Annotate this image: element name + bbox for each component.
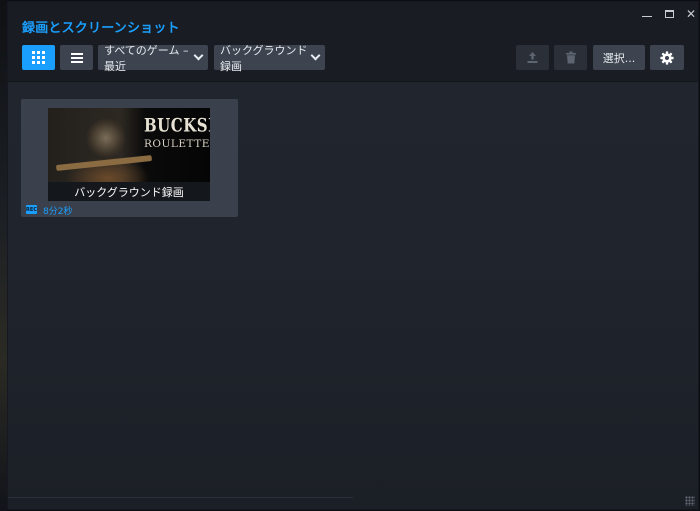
- delete-button[interactable]: [554, 45, 587, 70]
- recordings-window: 録画とスクリーンショット ✕ すべてのゲーム – 最近 バックグラウンド録画 選…: [7, 1, 699, 510]
- recording-type-label: バックグラウンド録画: [220, 43, 308, 73]
- game-filter-label: すべてのゲーム – 最近: [104, 43, 189, 73]
- recording-card[interactable]: BUCKSHOT ROULETTE バックグラウンド録画 REC 8分2秒: [21, 99, 238, 217]
- game-logo-line1: BUCKSHOT: [144, 113, 210, 137]
- bottom-divider: [8, 497, 353, 498]
- upload-icon: [527, 52, 538, 63]
- minimize-icon: [642, 15, 652, 17]
- select-button[interactable]: 選択...: [593, 45, 645, 70]
- list-view-button[interactable]: [60, 45, 93, 70]
- desktop-background-edge: [0, 0, 7, 511]
- chevron-down-icon: [193, 50, 204, 61]
- game-filter-dropdown[interactable]: すべてのゲーム – 最近: [98, 44, 208, 73]
- close-button[interactable]: ✕: [680, 4, 698, 24]
- trash-icon: [565, 51, 576, 64]
- recording-type-dropdown[interactable]: バックグラウンド録画: [214, 44, 325, 73]
- game-logo-line2: ROULETTE: [144, 138, 210, 150]
- resize-grip-icon[interactable]: [685, 496, 695, 506]
- thumbnail-art: [55, 154, 153, 172]
- rec-badge-icon: REC: [26, 205, 37, 214]
- recording-duration: 8分2秒: [43, 207, 73, 217]
- select-label: 選択...: [602, 51, 636, 65]
- grid-view-button[interactable]: [22, 45, 55, 70]
- list-icon: [70, 52, 83, 63]
- window-title: 録画とスクリーンショット: [22, 21, 180, 36]
- gear-icon: [660, 50, 674, 65]
- minimize-button[interactable]: [636, 4, 658, 24]
- maximize-button[interactable]: [658, 4, 680, 24]
- close-icon: ✕: [685, 7, 697, 21]
- settings-button[interactable]: [650, 45, 684, 70]
- recording-thumbnail[interactable]: BUCKSHOT ROULETTE: [48, 108, 210, 182]
- upload-button[interactable]: [516, 45, 549, 70]
- grid-icon: [32, 51, 45, 64]
- chevron-down-icon: [310, 50, 321, 61]
- recording-caption: バックグラウンド録画: [48, 182, 210, 201]
- maximize-icon: [664, 10, 674, 18]
